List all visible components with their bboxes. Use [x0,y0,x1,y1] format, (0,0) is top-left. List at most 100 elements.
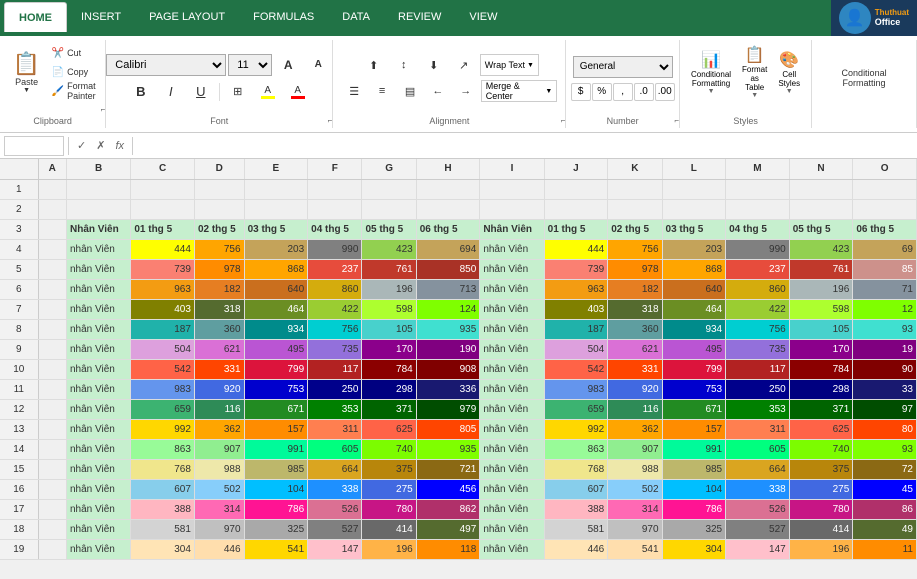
cell[interactable]: 33 [853,379,917,399]
increase-decimal-button[interactable]: .00 [655,83,675,101]
cell[interactable]: 375 [362,459,416,479]
cell[interactable]: 541 [244,539,308,559]
cell[interactable]: 275 [789,479,853,499]
cell[interactable]: 190 [416,339,480,359]
cell[interactable]: 935 [416,319,480,339]
font-color-button[interactable]: A [284,80,312,104]
align-right-button[interactable]: ▤ [397,79,423,103]
cell[interactable]: 907 [194,439,244,459]
cell[interactable]: nhân Viên [67,379,131,399]
cell[interactable]: 659 [544,399,608,419]
cell[interactable] [38,499,66,519]
cell[interactable]: 625 [362,419,416,439]
cell[interactable]: 978 [608,259,662,279]
cell[interactable] [38,459,66,479]
cell[interactable]: 298 [362,379,416,399]
cell[interactable]: 502 [608,479,662,499]
cell[interactable]: 456 [416,479,480,499]
cell[interactable]: 360 [608,319,662,339]
row-header[interactable]: 14 [0,439,38,459]
cell[interactable]: 314 [608,499,662,519]
tab-home[interactable]: HOME [4,2,67,32]
cell[interactable]: 625 [789,419,853,439]
tab-page-layout[interactable]: PAGE LAYOUT [135,2,239,32]
col-header-m[interactable]: M [726,159,790,179]
copy-button[interactable]: 📄Copy [51,63,101,81]
col-header-e[interactable]: E [244,159,308,179]
cell[interactable]: 157 [662,419,726,439]
cell[interactable]: nhân Viên [67,399,131,419]
cell[interactable]: 907 [608,439,662,459]
cell[interactable]: 495 [244,339,308,359]
cell[interactable] [67,199,131,219]
row-header[interactable]: 6 [0,279,38,299]
cell[interactable] [853,179,917,199]
row-header[interactable]: 12 [0,399,38,419]
cell[interactable]: 694 [416,239,480,259]
cell[interactable]: 970 [194,519,244,539]
cell[interactable]: 116 [608,399,662,419]
cell[interactable]: 784 [789,359,853,379]
header-cell[interactable]: 04 thg 5 [726,219,790,239]
cell[interactable]: 403 [544,299,608,319]
cell[interactable] [38,179,66,199]
tab-data[interactable]: DATA [328,2,384,32]
col-header-n[interactable]: N [789,159,853,179]
cell[interactable]: nhân Viên [480,279,544,299]
cell[interactable] [362,199,416,219]
cell[interactable]: 735 [308,339,362,359]
number-launcher[interactable]: ⌐ [674,116,679,125]
cell[interactable]: nhân Viên [67,539,131,559]
cell[interactable]: 237 [726,259,790,279]
cell[interactable]: 353 [726,399,790,419]
col-header-c[interactable]: C [131,159,195,179]
cell[interactable]: nhân Viên [67,239,131,259]
cell[interactable] [38,359,66,379]
cell[interactable]: 659 [131,399,195,419]
cell[interactable]: 85 [853,259,917,279]
cell[interactable]: 863 [131,439,195,459]
text-angle-button[interactable]: ↗ [450,53,478,77]
cell[interactable]: 780 [789,499,853,519]
cell[interactable]: 250 [308,379,362,399]
cell[interactable]: 117 [726,359,790,379]
row-header[interactable]: 17 [0,499,38,519]
cell[interactable]: 331 [194,359,244,379]
cell[interactable]: 605 [308,439,362,459]
cell[interactable]: 495 [662,339,726,359]
name-box[interactable] [4,136,64,156]
cell[interactable]: 403 [131,299,195,319]
row-header[interactable]: 15 [0,459,38,479]
row-header[interactable]: 18 [0,519,38,539]
cell[interactable] [38,299,66,319]
row-header[interactable]: 1 [0,179,38,199]
cell[interactable]: 318 [194,299,244,319]
row-header[interactable]: 8 [0,319,38,339]
cell[interactable]: 640 [662,279,726,299]
cell[interactable]: 464 [244,299,308,319]
cell[interactable]: 740 [362,439,416,459]
cell[interactable]: 979 [416,399,480,419]
cell[interactable] [131,199,195,219]
cell[interactable]: 963 [544,279,608,299]
align-bottom-button[interactable]: ⬇ [420,53,448,77]
fill-color-button[interactable]: A [254,80,282,104]
row-header[interactable]: 2 [0,199,38,219]
header-cell[interactable]: Nhân Viên [67,219,131,239]
col-header-f[interactable]: F [308,159,362,179]
cell[interactable]: 991 [662,439,726,459]
cell[interactable]: 753 [662,379,726,399]
increase-indent-button[interactable]: → [453,79,479,103]
format-as-table-button[interactable]: 📋 Format asTable ▼ [738,42,771,102]
tab-view[interactable]: VIEW [455,2,511,32]
cell[interactable] [416,199,480,219]
formula-input[interactable] [137,138,913,154]
percent-button[interactable]: % [592,83,612,101]
cell[interactable] [38,479,66,499]
cell[interactable]: 860 [308,279,362,299]
cell[interactable]: 868 [662,259,726,279]
col-header-h[interactable]: H [416,159,480,179]
cell[interactable]: 621 [608,339,662,359]
cell[interactable]: 756 [308,319,362,339]
cell[interactable]: 598 [789,299,853,319]
